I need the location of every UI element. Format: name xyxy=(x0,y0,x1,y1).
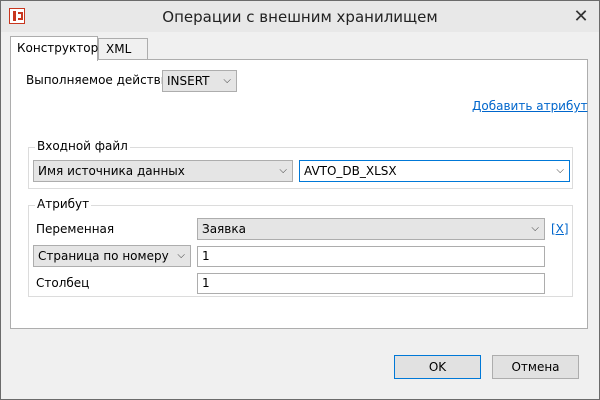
action-label: Выполняемое действие xyxy=(26,73,176,87)
chevron-down-icon: ⌵ xyxy=(223,75,231,86)
page-mode-select-value: Страница по номеру xyxy=(38,249,169,263)
column-input[interactable]: 1 xyxy=(197,273,545,294)
chevron-down-icon: ⌵ xyxy=(177,250,185,261)
chevron-down-icon: ⌵ xyxy=(531,223,539,234)
action-select-value: INSERT xyxy=(167,74,210,88)
tab-constructor[interactable]: Конструктор xyxy=(10,36,98,61)
title-bar: Операции с внешним хранилищем ✕ xyxy=(1,1,599,32)
window-title: Операции с внешним хранилищем xyxy=(162,8,438,26)
attribute-group-title: Атрибут xyxy=(35,197,92,211)
data-source-value: AVTO_DB_XLSX xyxy=(304,164,397,178)
data-source-value-select[interactable]: AVTO_DB_XLSX ⌵ xyxy=(299,160,570,182)
add-attribute-link[interactable]: Добавить атрибут xyxy=(472,99,587,113)
data-source-name-select-value: Имя источника данных xyxy=(38,164,185,178)
column-label: Столбец xyxy=(36,276,90,290)
page-mode-select[interactable]: Страница по номеру ⌵ xyxy=(33,245,191,267)
input-file-group-title: Входной файл xyxy=(35,139,130,153)
cancel-button[interactable]: Отмена xyxy=(492,355,579,379)
data-source-name-select[interactable]: Имя источника данных ⌵ xyxy=(33,160,293,182)
chevron-down-icon: ⌵ xyxy=(556,165,564,176)
constructor-panel: Выполняемое действие INSERT ⌵ Добавить а… xyxy=(10,59,588,329)
dialog-window: Операции с внешним хранилищем ✕ Конструк… xyxy=(0,0,600,400)
chevron-down-icon: ⌵ xyxy=(279,165,287,176)
remove-attribute-link[interactable]: [X] xyxy=(551,222,569,236)
variable-label: Переменная xyxy=(36,222,115,236)
tab-xml[interactable]: XML xyxy=(98,38,148,60)
variable-select-value: Заявка xyxy=(202,222,246,236)
variable-select[interactable]: Заявка ⌵ xyxy=(197,218,545,240)
page-number-input[interactable]: 1 xyxy=(197,246,545,267)
ok-button[interactable]: OK xyxy=(394,355,481,379)
action-select[interactable]: INSERT ⌵ xyxy=(162,70,237,92)
close-button[interactable]: ✕ xyxy=(571,7,591,27)
